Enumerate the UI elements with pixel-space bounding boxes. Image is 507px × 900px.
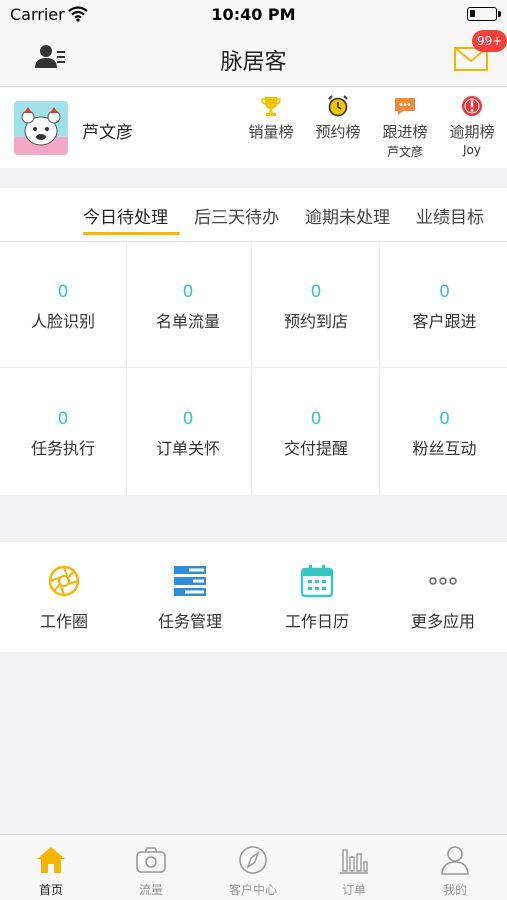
app-shortcuts: 工作圈 任务管理 工作日历 更多应用 bbox=[0, 542, 507, 652]
alert-icon bbox=[462, 96, 482, 116]
app-work-circle[interactable]: 工作圈 bbox=[9, 564, 119, 632]
clock: 10:40 PM bbox=[211, 5, 296, 24]
task-customer-followup[interactable]: 0 客户跟进 bbox=[381, 242, 507, 368]
task-count: 0 bbox=[439, 282, 450, 302]
chat-bubble-icon bbox=[395, 98, 415, 115]
app-more[interactable]: 更多应用 bbox=[388, 564, 498, 632]
tab-next-three-days[interactable]: 后三天待办 bbox=[194, 203, 279, 228]
page-title: 脉居客 bbox=[220, 50, 287, 75]
overdue-ranking[interactable]: 逾期榜 Joy bbox=[442, 94, 502, 157]
status-bar: Carrier 10:40 PM bbox=[0, 0, 507, 30]
task-label: 客户跟进 bbox=[412, 312, 477, 331]
tabbar-customer-center[interactable]: 客户中心 bbox=[203, 845, 303, 898]
tabbar-label: 流量 bbox=[138, 883, 163, 897]
tabbar-label: 订单 bbox=[341, 883, 366, 897]
message-badge: 99+ bbox=[472, 30, 507, 52]
task-label: 预约到店 bbox=[283, 312, 348, 331]
alarm-clock-icon bbox=[328, 95, 348, 117]
app-task-management[interactable]: 任务管理 bbox=[135, 564, 245, 632]
task-label: 名单流量 bbox=[155, 312, 220, 331]
trophy-icon bbox=[261, 97, 281, 116]
task-tabs: 今日待处理 后三天待办 逾期未处理 业绩目标 bbox=[0, 188, 507, 242]
task-appointment-visit[interactable]: 0 预约到店 bbox=[253, 242, 380, 368]
camera-icon bbox=[136, 847, 166, 873]
tabbar-mine[interactable]: 我的 bbox=[405, 845, 505, 898]
app-label: 任务管理 bbox=[157, 612, 222, 631]
compass-icon bbox=[239, 846, 267, 874]
app-work-calendar[interactable]: 工作日历 bbox=[262, 564, 372, 632]
tab-performance[interactable]: 业绩目标 bbox=[416, 203, 484, 228]
task-count: 0 bbox=[57, 409, 69, 429]
task-grid: 0 人脸识别 0 名单流量 0 预约到店 0 客户跟进 0 任务执行 0 订单关… bbox=[0, 242, 507, 495]
tab-today[interactable]: 今日待处理 bbox=[83, 203, 168, 228]
task-execution[interactable]: 0 任务执行 bbox=[0, 369, 127, 495]
sales-ranking[interactable]: 销量榜 bbox=[241, 94, 301, 142]
app-label: 更多应用 bbox=[410, 612, 475, 631]
task-lead-traffic[interactable]: 0 名单流量 bbox=[125, 242, 252, 368]
task-count: 0 bbox=[310, 409, 322, 429]
task-count: 0 bbox=[57, 282, 69, 302]
task-delivery-reminder[interactable]: 0 交付提醒 bbox=[253, 369, 380, 495]
home-icon bbox=[37, 847, 65, 873]
task-face-recognition[interactable]: 0 人脸识别 bbox=[0, 242, 127, 368]
tabbar-label: 客户中心 bbox=[228, 883, 277, 897]
app-label: 工作日历 bbox=[284, 612, 349, 631]
tabbar-traffic[interactable]: 流量 bbox=[101, 845, 201, 898]
ranking-label: 预约榜 bbox=[315, 123, 361, 141]
calendar-icon bbox=[300, 565, 334, 598]
task-count: 0 bbox=[310, 282, 322, 302]
bar-chart-icon bbox=[340, 849, 368, 874]
task-label: 订单关怀 bbox=[155, 439, 220, 458]
ranking-leader: Joy bbox=[463, 143, 481, 157]
ranking-leader: 芦文彦 bbox=[386, 145, 423, 159]
task-label: 粉丝互动 bbox=[412, 439, 477, 458]
task-label: 任务执行 bbox=[30, 439, 95, 458]
task-count: 0 bbox=[182, 409, 194, 429]
appointment-ranking[interactable]: 预约榜 bbox=[308, 94, 368, 142]
more-dots-icon bbox=[429, 577, 457, 585]
avatar[interactable] bbox=[14, 101, 68, 155]
ranking-label: 逾期榜 bbox=[449, 123, 495, 141]
user-card: 芦文彦 销量榜 预约榜 跟进榜 芦文彦 逾期榜 Joy bbox=[0, 88, 507, 168]
followup-ranking[interactable]: 跟进榜 芦文彦 bbox=[375, 94, 435, 160]
ranking-label: 跟进榜 bbox=[382, 123, 428, 141]
task-order-care[interactable]: 0 订单关怀 bbox=[125, 369, 252, 495]
task-label: 交付提醒 bbox=[283, 439, 348, 458]
nav-bar: 脉居客 99+ bbox=[0, 30, 507, 87]
aperture-icon bbox=[48, 565, 80, 597]
task-label: 人脸识别 bbox=[30, 312, 95, 331]
user-name: 芦文彦 bbox=[82, 123, 133, 143]
task-fan-interaction[interactable]: 0 粉丝互动 bbox=[381, 369, 507, 495]
task-list-icon bbox=[174, 566, 206, 596]
tabbar-label: 首页 bbox=[38, 883, 63, 897]
tab-overdue[interactable]: 逾期未处理 bbox=[305, 203, 390, 228]
app-label: 工作圈 bbox=[39, 612, 88, 631]
person-icon bbox=[441, 846, 469, 875]
battery-icon bbox=[467, 7, 501, 21]
task-count: 0 bbox=[182, 282, 194, 302]
tabbar-home[interactable]: 首页 bbox=[1, 845, 101, 898]
active-tab-indicator bbox=[83, 232, 180, 235]
tabbar-orders[interactable]: 订单 bbox=[304, 845, 404, 898]
ranking-label: 销量榜 bbox=[248, 123, 294, 141]
task-count: 0 bbox=[439, 409, 450, 429]
bottom-tab-bar: 首页 流量 客户中心 订单 我的 bbox=[0, 834, 507, 900]
tabbar-label: 我的 bbox=[442, 883, 467, 897]
